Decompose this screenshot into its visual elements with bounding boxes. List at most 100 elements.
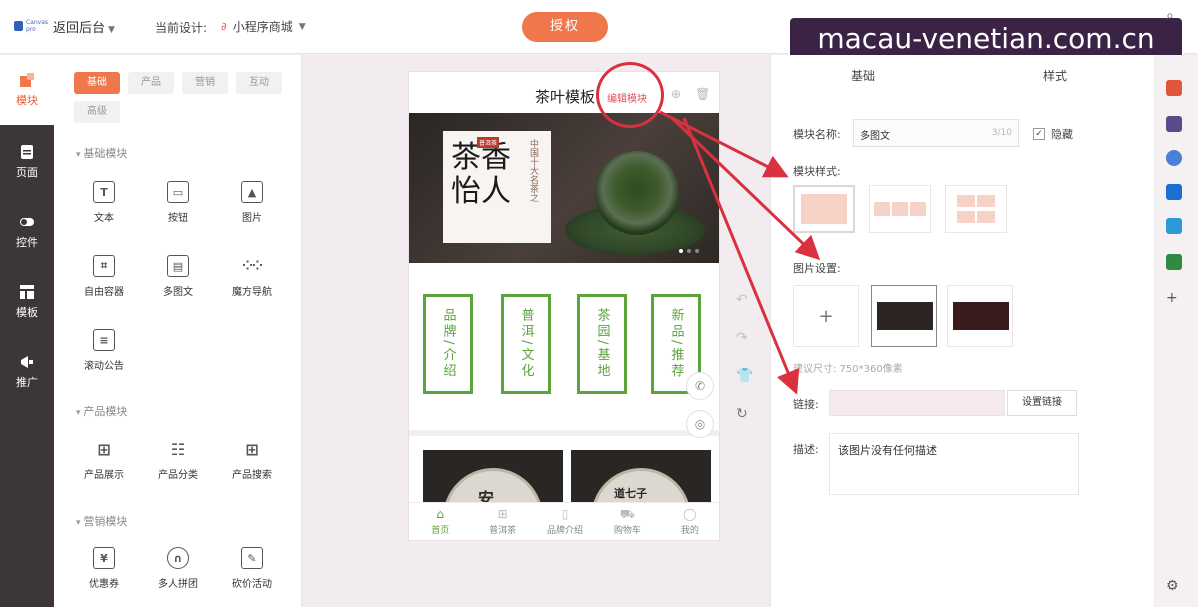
module-name-value: 多图文 xyxy=(860,131,890,142)
module-product-category[interactable]: ☷ 产品分类 xyxy=(148,438,208,482)
auth-button[interactable]: 授权 xyxy=(522,12,608,42)
tabbar-home[interactable]: ⌂ 首页 xyxy=(409,503,471,540)
phone-icon[interactable]: ✆ xyxy=(686,372,714,400)
tab-marketing[interactable]: 营销 xyxy=(182,72,228,94)
redo-icon[interactable]: ↷ xyxy=(736,330,748,346)
module-label: 产品分类 xyxy=(158,470,198,481)
module-button[interactable]: ▭ 按钮 xyxy=(148,181,208,224)
search-icon[interactable]: ⌕ xyxy=(1166,8,1182,24)
category-icon: ☷ xyxy=(170,439,186,459)
module-free-container[interactable]: ⌗ 自由容器 xyxy=(74,255,134,298)
link-input[interactable] xyxy=(829,390,1005,416)
page-title: 茶叶模板 xyxy=(535,88,596,106)
chevron-down-icon: ▼ xyxy=(108,25,115,35)
tab-advanced[interactable]: 高级 xyxy=(74,101,120,123)
rail-label-module: 模块 xyxy=(16,94,38,107)
image-icon: ▲ xyxy=(241,181,263,203)
module-group-buy[interactable]: ∩ 多人拼团 xyxy=(148,547,208,590)
rail-item-control[interactable]: 控件 xyxy=(0,214,54,250)
banner-vertical-text: 中国十大名茶之 xyxy=(528,139,538,202)
module-tools: ⊕ 🗑 xyxy=(671,87,710,101)
arrow-icon[interactable] xyxy=(1166,218,1182,234)
hide-label: 隐藏 xyxy=(1051,128,1073,141)
module-name-label: 模块名称: xyxy=(793,128,841,141)
carousel-dots[interactable] xyxy=(679,249,699,253)
tabbar-me[interactable]: ◯ 我的 xyxy=(659,503,719,540)
rail-label-template: 模板 xyxy=(16,306,38,319)
refresh-icon[interactable]: ↻ xyxy=(736,406,748,422)
module-name-input[interactable]: 多图文 3/10 xyxy=(853,119,1019,147)
module-label: 滚动公告 xyxy=(84,361,124,372)
set-link-button[interactable]: 设置链接 xyxy=(1007,390,1077,416)
module-product-search[interactable]: ⊞ 产品搜索 xyxy=(222,438,282,482)
app-icon[interactable] xyxy=(1166,150,1182,166)
tabbar-brand[interactable]: ▯ 品牌介绍 xyxy=(534,503,596,540)
module-scroll-notice[interactable]: ≡ 滚动公告 xyxy=(74,329,134,372)
container-icon: ⌗ xyxy=(93,255,115,277)
wechat-icon[interactable]: ◎ xyxy=(686,410,714,438)
hide-checkbox[interactable]: ✓ 隐藏 xyxy=(1033,126,1073,142)
control-icon xyxy=(20,218,34,226)
rail-item-page[interactable]: 页面 xyxy=(0,144,54,180)
banner-image[interactable]: 茶香怡人 普洱茶 中国十大名茶之 xyxy=(409,113,719,263)
banner-stamp: 普洱茶 xyxy=(477,137,500,148)
module-label: 多人拼团 xyxy=(158,579,198,590)
tab-props-basic[interactable]: 基础 xyxy=(851,67,875,84)
tab-interactive[interactable]: 互动 xyxy=(236,72,282,94)
nav-box-puer[interactable]: 普洱/文化 xyxy=(501,294,551,394)
module-panel: 基础 产品 营销 互动 高级 基础模块 T 文本 ▭ 按钮 ▲ 图片 ⌗ 自由容器 ▤ 多… xyxy=(54,55,302,607)
chess-icon[interactable] xyxy=(1166,116,1182,132)
module-text[interactable]: T 文本 xyxy=(74,181,134,224)
module-cube-nav[interactable]: ⁘⁘ 魔方导航 xyxy=(222,255,282,299)
add-image-button[interactable]: + xyxy=(793,285,859,347)
logo-icon: Canvas pro xyxy=(14,18,48,34)
module-label: 自由容器 xyxy=(84,287,124,298)
rail-item-promote[interactable]: 推广 xyxy=(0,354,54,390)
current-design-select[interactable]: ∂ 小程序商城 ▼ xyxy=(221,18,306,35)
style-option-grid[interactable] xyxy=(945,185,1007,233)
multi-image-icon: ▤ xyxy=(167,255,189,277)
style-option-single[interactable] xyxy=(793,185,855,233)
tree-icon[interactable] xyxy=(1166,254,1182,270)
outlook-icon[interactable] xyxy=(1166,184,1182,200)
shirt-icon[interactable]: 👕 xyxy=(736,368,753,384)
module-multi-image-text[interactable]: ▤ 多图文 xyxy=(148,255,208,298)
rail-item-template[interactable]: 模板 xyxy=(0,284,54,320)
check-icon: ✓ xyxy=(1033,128,1045,140)
tabbar-puer[interactable]: ⊞ 普洱茶 xyxy=(471,503,533,540)
nav-box-label: 新品/推荐 xyxy=(668,308,684,380)
toolbox-icon[interactable] xyxy=(1166,80,1182,96)
back-label: 返回后台 xyxy=(53,21,106,36)
settings-icon[interactable]: ⚙ xyxy=(1166,578,1182,594)
style-option-triple[interactable] xyxy=(869,185,931,233)
tab-product[interactable]: 产品 xyxy=(128,72,174,94)
back-to-admin-link[interactable]: 返回后台 ▼ xyxy=(53,17,115,36)
image-slot-2[interactable] xyxy=(947,285,1013,347)
text-icon: T xyxy=(93,181,115,203)
rail-label-control: 控件 xyxy=(16,236,38,249)
tab-basic[interactable]: 基础 xyxy=(74,72,120,94)
module-coupon[interactable]: ¥ 优惠券 xyxy=(74,547,134,590)
tabbar-label: 品牌介绍 xyxy=(547,526,584,536)
left-rail xyxy=(0,55,54,607)
module-product-display[interactable]: ⊞ 产品展示 xyxy=(74,438,134,482)
module-bargain[interactable]: ✎ 砍价活动 xyxy=(222,547,282,590)
chevron-down-icon: ▼ xyxy=(298,21,306,32)
nav-box-brand[interactable]: 品牌/介绍 xyxy=(423,294,473,394)
tabbar-cart[interactable]: ⛟ 购物车 xyxy=(596,503,658,540)
plus-icon[interactable]: + xyxy=(1166,290,1182,306)
undo-icon[interactable]: ↶ xyxy=(736,292,748,308)
delete-icon[interactable]: 🗑 xyxy=(695,87,710,101)
tab-props-style[interactable]: 样式 xyxy=(1043,67,1067,84)
description-textarea[interactable]: 该图片没有任何描述 xyxy=(829,433,1079,495)
desc-label: 描述: xyxy=(793,443,819,456)
nav-box-garden[interactable]: 茶园/基地 xyxy=(577,294,627,394)
home-icon: ⌂ xyxy=(436,507,445,521)
phone-preview: 茶叶模板 编辑模块 ⊕ 🗑 茶香怡人 普洱茶 中国十大名茶之 品牌/介绍 普洱/… xyxy=(408,71,720,541)
image-slot-1[interactable] xyxy=(871,285,937,347)
module-image[interactable]: ▲ 图片 xyxy=(222,181,282,224)
rail-item-module[interactable]: 模块 xyxy=(0,72,54,108)
image-placeholder-icon xyxy=(801,194,847,224)
module-icon xyxy=(20,73,34,87)
copy-icon[interactable]: ⊕ xyxy=(671,87,681,101)
